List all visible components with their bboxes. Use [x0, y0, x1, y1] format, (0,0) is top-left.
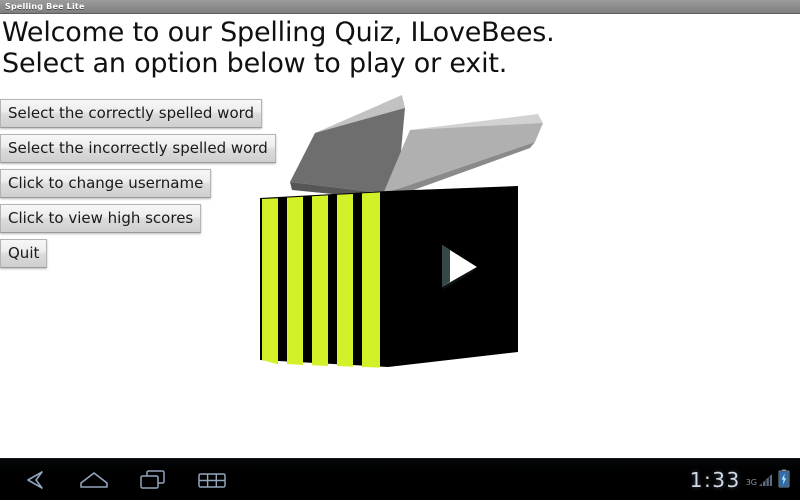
menu-item-correct-spelling[interactable]: Select the correctly spelled word	[0, 99, 263, 128]
back-icon[interactable]	[18, 466, 52, 494]
status-clock: 1:33	[689, 468, 741, 492]
menu-item-quit[interactable]: Quit	[0, 239, 48, 268]
signal-strength-icon: 3G	[746, 472, 773, 488]
wing-right-icon	[383, 123, 543, 194]
battery-charging-icon	[778, 469, 790, 492]
apps-grid-icon[interactable]	[195, 466, 229, 494]
app-content: Welcome to our Spelling Quiz, ILoveBees.…	[0, 15, 800, 458]
page-title: Welcome to our Spelling Quiz, ILoveBees.…	[2, 17, 662, 79]
menu-item-incorrect-spelling[interactable]: Select the incorrectly spelled word	[0, 134, 276, 163]
main-menu: Select the correctly spelled word Select…	[0, 99, 276, 268]
window-title-bar: Spelling Bee Lite	[0, 0, 800, 14]
network-type-label: 3G	[745, 478, 757, 487]
navigation-buttons	[18, 459, 229, 501]
headline-line-2: Select an option below to play or exit.	[2, 48, 508, 79]
menu-item-change-username[interactable]: Click to change username	[0, 169, 212, 198]
status-indicators[interactable]: 1:33 3G	[690, 459, 790, 501]
cube-striped-face	[260, 191, 388, 368]
recents-icon[interactable]	[136, 466, 170, 494]
home-icon[interactable]	[77, 466, 111, 494]
headline-line-1: Welcome to our Spelling Quiz, ILoveBees.	[2, 17, 555, 48]
window-title: Spelling Bee Lite	[5, 2, 85, 11]
bee-cube-graphic	[230, 90, 560, 400]
android-system-bar: 1:33 3G	[0, 458, 800, 500]
menu-item-high-scores[interactable]: Click to view high scores	[0, 204, 202, 233]
